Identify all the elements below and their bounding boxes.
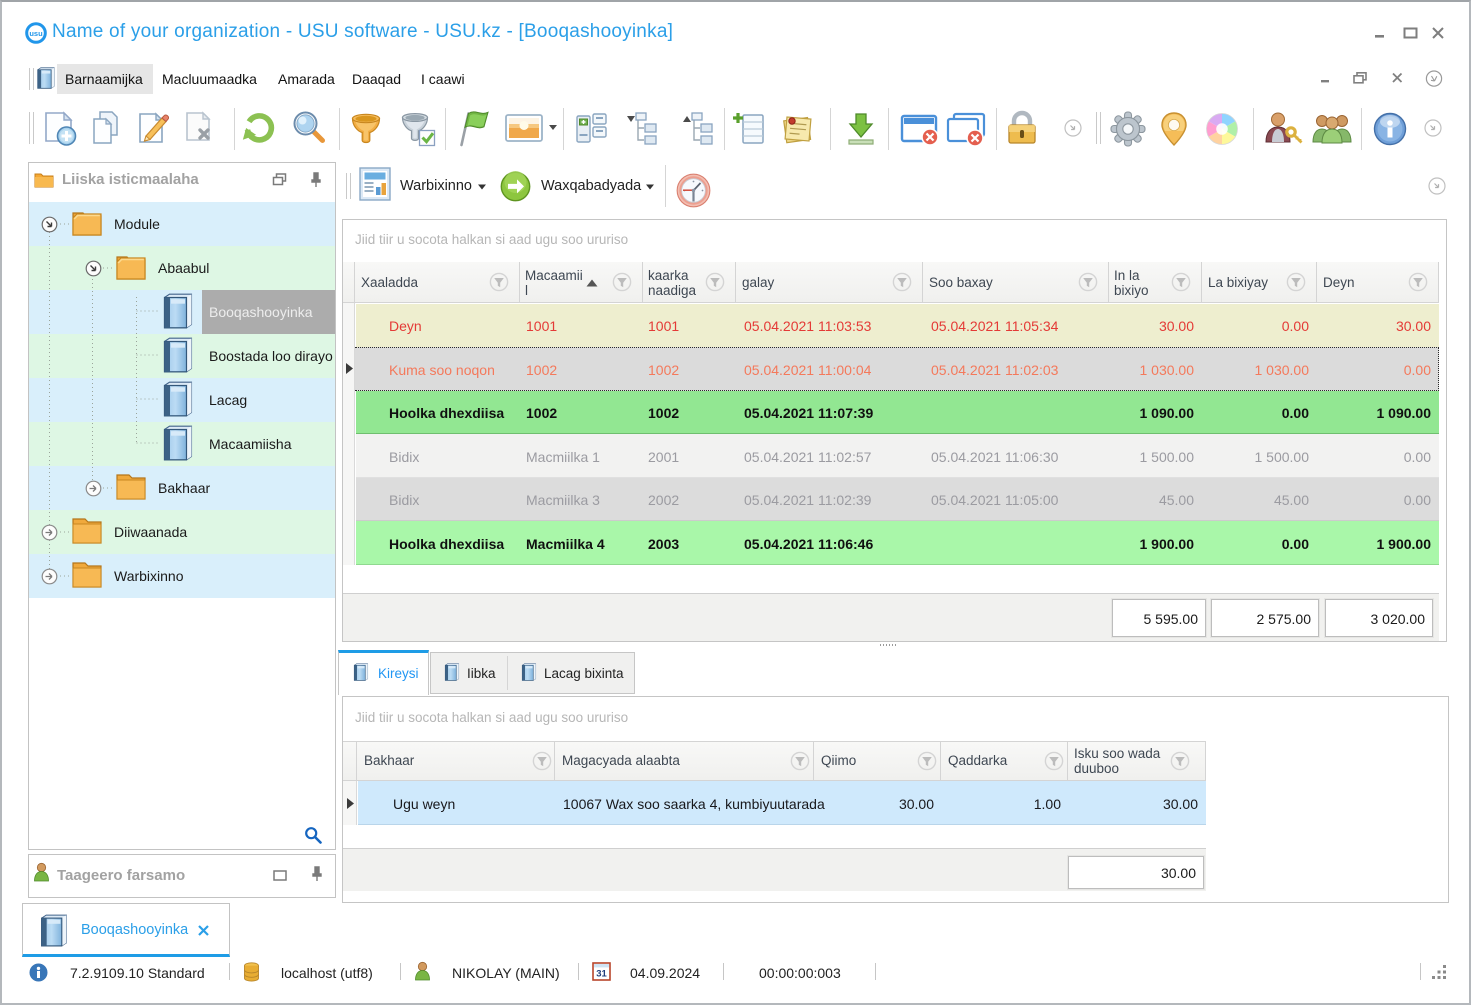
svg-text:usu: usu bbox=[29, 29, 43, 38]
svg-text:31: 31 bbox=[596, 969, 607, 980]
